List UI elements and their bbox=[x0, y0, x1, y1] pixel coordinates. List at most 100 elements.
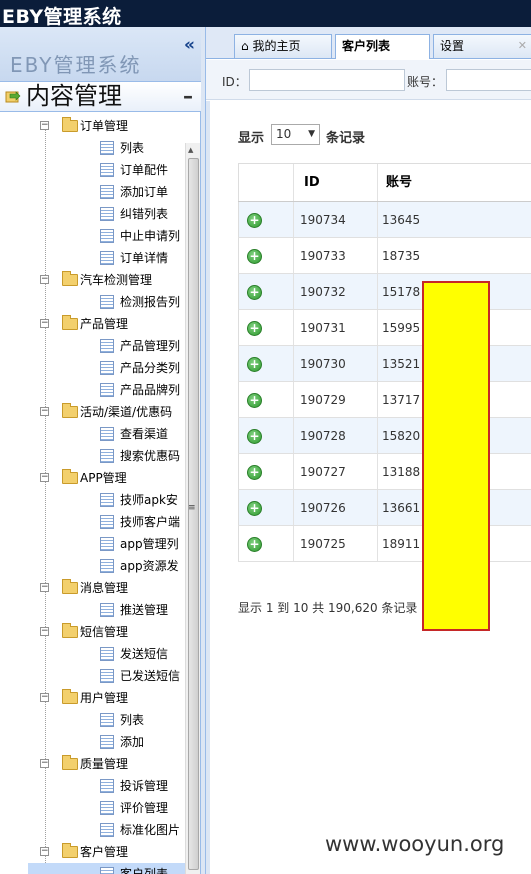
folder-icon bbox=[62, 403, 78, 418]
tree-folder[interactable]: − 客户管理 bbox=[28, 841, 185, 863]
accordion-toggle-icon[interactable]: – bbox=[183, 84, 193, 108]
page-size-select[interactable]: 10 ▼ bbox=[271, 124, 320, 145]
tab-label: 客户列表 bbox=[342, 39, 391, 53]
tree-leaf[interactable]: 添加订单 bbox=[28, 181, 185, 203]
tree-leaf[interactable]: 订单配件 bbox=[28, 159, 185, 181]
tree-leaf[interactable]: 技师客户端 bbox=[28, 511, 185, 533]
tree-leaf[interactable]: 列表 bbox=[28, 137, 185, 159]
collapse-toggle-icon[interactable]: − bbox=[40, 627, 49, 636]
id-cell: 190730 bbox=[293, 346, 377, 381]
expand-row-icon[interactable]: + bbox=[247, 213, 262, 228]
expand-row-icon[interactable]: + bbox=[247, 465, 262, 480]
tree-leaf[interactable]: 产品分类列 bbox=[28, 357, 185, 379]
page-icon bbox=[100, 163, 114, 177]
tree-leaf-label: 标准化图片 bbox=[120, 823, 181, 837]
west-panel-header: EBY管理系统 « bbox=[0, 27, 201, 82]
expand-cell: + bbox=[238, 346, 293, 381]
tree-leaf[interactable]: 搜索优惠码 bbox=[28, 445, 185, 467]
folder-icon bbox=[62, 271, 78, 286]
row-account: 18911 bbox=[382, 537, 421, 551]
id-input[interactable] bbox=[249, 69, 405, 91]
tree-leaf[interactable]: 投诉管理 bbox=[28, 775, 185, 797]
nav-tree: − 订单管理 列表 订单配件 添加订单 纠错列表 中止申请列 订单详情 − 汽车检测管理 检测报告列… bbox=[0, 115, 185, 874]
collapse-toggle-icon[interactable]: − bbox=[40, 407, 49, 416]
page-icon bbox=[100, 669, 114, 683]
page-icon bbox=[100, 185, 114, 199]
expand-row-icon[interactable]: + bbox=[247, 393, 262, 408]
tree-folder[interactable]: − 活动/渠道/优惠码 bbox=[28, 401, 185, 423]
page-icon bbox=[100, 449, 114, 463]
tree-folder[interactable]: − 订单管理 bbox=[28, 115, 185, 137]
row-id: 190726 bbox=[300, 501, 346, 515]
tree-leaf[interactable]: 查看渠道 bbox=[28, 423, 185, 445]
expand-row-icon[interactable]: + bbox=[247, 285, 262, 300]
scroll-up-arrow-icon[interactable]: ▲ bbox=[188, 146, 193, 154]
tree-scrollbar[interactable]: ▲ ≡ bbox=[185, 143, 200, 874]
header-account[interactable]: 账号 bbox=[377, 164, 531, 201]
collapse-panel-icon[interactable]: « bbox=[184, 35, 195, 55]
tree-leaf[interactable]: 列表 bbox=[28, 709, 185, 731]
collapse-toggle-icon[interactable]: − bbox=[40, 693, 49, 702]
tree-folder[interactable]: − APP管理 bbox=[28, 467, 185, 489]
expand-row-icon[interactable]: + bbox=[247, 537, 262, 552]
collapse-toggle-icon[interactable]: − bbox=[40, 275, 49, 284]
collapse-toggle-icon[interactable]: − bbox=[40, 473, 49, 482]
id-cell: 190727 bbox=[293, 454, 377, 489]
tree-leaf[interactable]: 推送管理 bbox=[28, 599, 185, 621]
tree-leaf-label: 评价管理 bbox=[120, 801, 169, 815]
tree-leaf[interactable]: 技师apk安 bbox=[28, 489, 185, 511]
folder-icon bbox=[62, 843, 78, 858]
tree-folder[interactable]: − 短信管理 bbox=[28, 621, 185, 643]
show-label: 显示 bbox=[238, 131, 265, 146]
tree-folder-label: 质量管理 bbox=[80, 757, 129, 771]
accordion-header-content[interactable]: 内容管理 – bbox=[0, 82, 201, 112]
tree-leaf[interactable]: app管理列 bbox=[28, 533, 185, 555]
expand-row-icon[interactable]: + bbox=[247, 501, 262, 516]
tab-settings[interactable]: 设置 ✕ bbox=[433, 34, 531, 58]
scrollbar-thumb[interactable] bbox=[188, 158, 199, 870]
tab-home[interactable]: ⌂ 我的主页 bbox=[234, 34, 332, 58]
collapse-toggle-icon[interactable]: − bbox=[40, 319, 49, 328]
expand-row-icon[interactable]: + bbox=[247, 321, 262, 336]
watermark: www.wooyun.org bbox=[325, 832, 505, 856]
tab-customer-list[interactable]: 客户列表 bbox=[335, 34, 430, 59]
tree-leaf[interactable]: 发送短信 bbox=[28, 643, 185, 665]
tree-leaf[interactable]: 已发送短信 bbox=[28, 665, 185, 687]
table-row[interactable]: +190734 13645 bbox=[238, 202, 531, 238]
expand-row-icon[interactable]: + bbox=[247, 249, 262, 264]
tree-leaf[interactable]: 订单详情 bbox=[28, 247, 185, 269]
tree-leaf[interactable]: 中止申请列 bbox=[28, 225, 185, 247]
tab-label: 设置 bbox=[440, 39, 465, 53]
tree-folder[interactable]: − 用户管理 bbox=[28, 687, 185, 709]
collapse-toggle-icon[interactable]: − bbox=[40, 847, 49, 856]
tree-leaf[interactable]: 产品品牌列 bbox=[28, 379, 185, 401]
tree-folder-label: 活动/渠道/优惠码 bbox=[80, 405, 173, 419]
tree-leaf[interactable]: 纠错列表 bbox=[28, 203, 185, 225]
tree-leaf-label: 产品品牌列 bbox=[120, 383, 181, 397]
tree-folder[interactable]: − 产品管理 bbox=[28, 313, 185, 335]
tree-leaf[interactable]: app资源发 bbox=[28, 555, 185, 577]
tree-leaf[interactable]: 标准化图片 bbox=[28, 819, 185, 841]
close-tab-icon[interactable]: ✕ bbox=[518, 35, 527, 57]
tree-leaf[interactable]: 添加 bbox=[28, 731, 185, 753]
table-row[interactable]: +190733 18735 bbox=[238, 238, 531, 274]
tree-folder[interactable]: − 消息管理 bbox=[28, 577, 185, 599]
grip-icon: ≡ bbox=[188, 503, 196, 513]
collapse-toggle-icon[interactable]: − bbox=[40, 759, 49, 768]
tree-folder-label: 客户管理 bbox=[80, 845, 129, 859]
folder-icon bbox=[62, 315, 78, 330]
header-id[interactable]: ID bbox=[293, 164, 377, 201]
collapse-toggle-icon[interactable]: − bbox=[40, 583, 49, 592]
tree-folder[interactable]: − 质量管理 bbox=[28, 753, 185, 775]
tree-leaf[interactable]: 检测报告列 bbox=[28, 291, 185, 313]
expand-row-icon[interactable]: + bbox=[247, 357, 262, 372]
tree-leaf-label: 添加 bbox=[120, 735, 145, 749]
tree-leaf[interactable]: 客户列表 bbox=[28, 863, 185, 874]
account-input[interactable] bbox=[446, 69, 531, 91]
collapse-toggle-icon[interactable]: − bbox=[40, 121, 49, 130]
tree-folder[interactable]: − 汽车检测管理 bbox=[28, 269, 185, 291]
tree-leaf[interactable]: 评价管理 bbox=[28, 797, 185, 819]
expand-row-icon[interactable]: + bbox=[247, 429, 262, 444]
tree-leaf[interactable]: 产品管理列 bbox=[28, 335, 185, 357]
page-icon bbox=[100, 713, 114, 727]
